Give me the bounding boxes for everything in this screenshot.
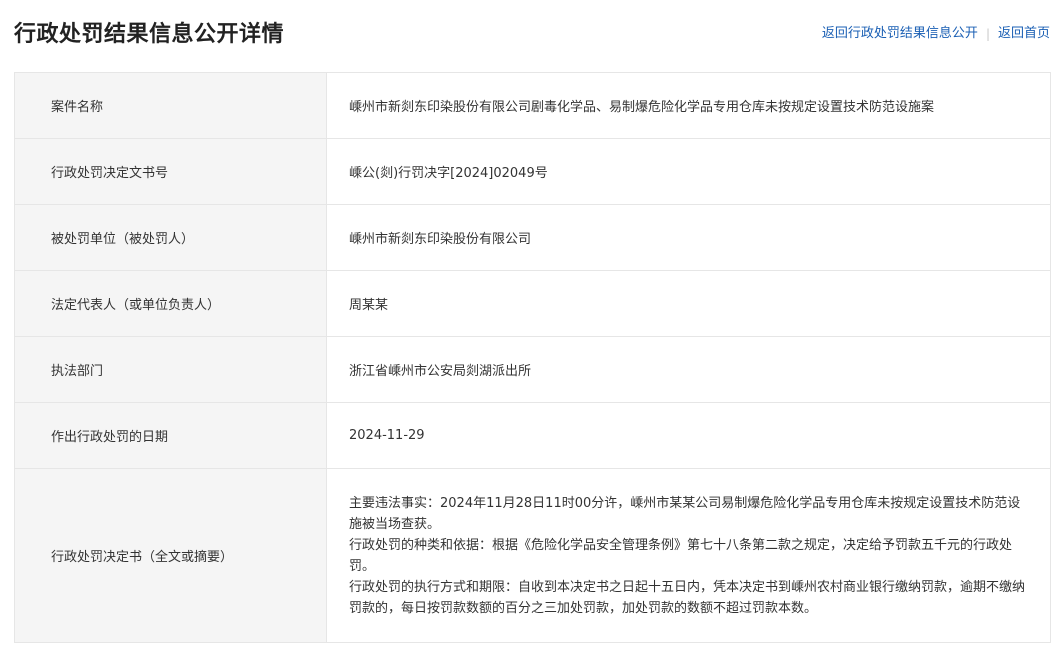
link-separator: | — [985, 27, 990, 41]
back-to-list-link[interactable]: 返回行政处罚结果信息公开 — [822, 24, 978, 44]
table-row: 执法部门 浙江省嵊州市公安局剡湖派出所 — [14, 336, 1051, 403]
decision-paragraph-basis: 行政处罚的种类和依据：根据《危险化学品安全管理条例》第七十八条第二款之规定，决定… — [349, 537, 1013, 574]
row-label-decision: 行政处罚决定书（全文或摘要） — [14, 468, 327, 643]
decision-paragraph-execution: 行政处罚的执行方式和期限：自收到本决定书之日起十五日内，凭本决定书到嵊州农村商业… — [349, 579, 1026, 616]
decision-paragraph-facts: 主要违法事实：2024年11月28日11时00分许，嵊州市某某公司易制爆危险化学… — [349, 495, 1021, 532]
table-row: 法定代表人（或单位负责人） 周某某 — [14, 270, 1051, 337]
row-label-penalty-date: 作出行政处罚的日期 — [14, 402, 327, 469]
row-label-document-number: 行政处罚决定文书号 — [14, 138, 327, 205]
header-links: 返回行政处罚结果信息公开 | 返回首页 — [822, 24, 1050, 44]
row-value-enforcement-department: 浙江省嵊州市公安局剡湖派出所 — [326, 336, 1051, 403]
row-label-case-name: 案件名称 — [14, 72, 327, 139]
row-value-penalized-party: 嵊州市新剡东印染股份有限公司 — [326, 204, 1051, 271]
table-row: 行政处罚决定书（全文或摘要） 主要违法事实：2024年11月28日11时00分许… — [14, 468, 1051, 643]
row-value-penalty-date: 2024-11-29 — [326, 402, 1051, 469]
page-header: 行政处罚结果信息公开详情 返回行政处罚结果信息公开 | 返回首页 — [0, 0, 1060, 72]
row-label-legal-representative: 法定代表人（或单位负责人） — [14, 270, 327, 337]
row-label-enforcement-department: 执法部门 — [14, 336, 327, 403]
table-row: 作出行政处罚的日期 2024-11-29 — [14, 402, 1051, 469]
table-row: 案件名称 嵊州市新剡东印染股份有限公司剧毒化学品、易制爆危险化学品专用仓库未按规… — [14, 72, 1051, 139]
row-value-decision: 主要违法事实：2024年11月28日11时00分许，嵊州市某某公司易制爆危险化学… — [326, 468, 1051, 643]
table-row: 被处罚单位（被处罚人） 嵊州市新剡东印染股份有限公司 — [14, 204, 1051, 271]
row-label-penalized-party: 被处罚单位（被处罚人） — [14, 204, 327, 271]
page-title: 行政处罚结果信息公开详情 — [14, 22, 285, 47]
detail-table: 案件名称 嵊州市新剡东印染股份有限公司剧毒化学品、易制爆危险化学品专用仓库未按规… — [14, 72, 1051, 643]
row-value-document-number: 嵊公(剡)行罚决字[2024]02049号 — [326, 138, 1051, 205]
table-row: 行政处罚决定文书号 嵊公(剡)行罚决字[2024]02049号 — [14, 138, 1051, 205]
row-value-case-name: 嵊州市新剡东印染股份有限公司剧毒化学品、易制爆危险化学品专用仓库未按规定设置技术… — [326, 72, 1051, 139]
row-value-legal-representative: 周某某 — [326, 270, 1051, 337]
back-to-home-link[interactable]: 返回首页 — [998, 24, 1050, 44]
